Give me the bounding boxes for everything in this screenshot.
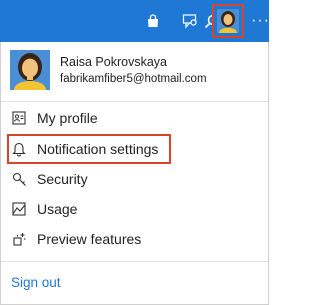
more-icon[interactable]: ···: [251, 0, 269, 42]
key-icon: [11, 171, 27, 187]
profile-name: Raisa Pokrovskaya: [60, 55, 167, 69]
usage-icon: [11, 201, 27, 217]
menu-item-label: Security: [37, 171, 88, 187]
menu-item-label: Preview features: [37, 231, 142, 247]
menu-item-my-profile[interactable]: My profile: [1, 105, 268, 131]
menu-item-security[interactable]: Security: [1, 166, 268, 192]
menu-item-usage[interactable]: Usage: [1, 196, 268, 222]
menu-item-label: My profile: [37, 110, 98, 126]
profile-email: fabrikamfiber5@hotmail.com: [60, 73, 207, 85]
divider: [1, 101, 268, 102]
divider: [1, 261, 268, 262]
shopping-bag-icon[interactable]: [141, 0, 165, 42]
profile-menu: Raisa Pokrovskaya fabrikamfiber5@hotmail…: [0, 42, 269, 305]
profile-avatar: [10, 50, 50, 90]
top-bar: ···: [0, 0, 269, 42]
avatar[interactable]: [212, 4, 244, 38]
avatar-icon: [217, 9, 239, 33]
id-card-icon: [11, 110, 27, 126]
menu-item-preview-features[interactable]: Preview features: [1, 226, 268, 252]
sign-out-link[interactable]: Sign out: [11, 275, 61, 290]
highlight-box: [7, 134, 171, 164]
profile-header: Raisa Pokrovskaya fabrikamfiber5@hotmail…: [10, 50, 260, 94]
menu-item-label: Usage: [37, 201, 78, 217]
preview-features-icon: [11, 231, 27, 247]
